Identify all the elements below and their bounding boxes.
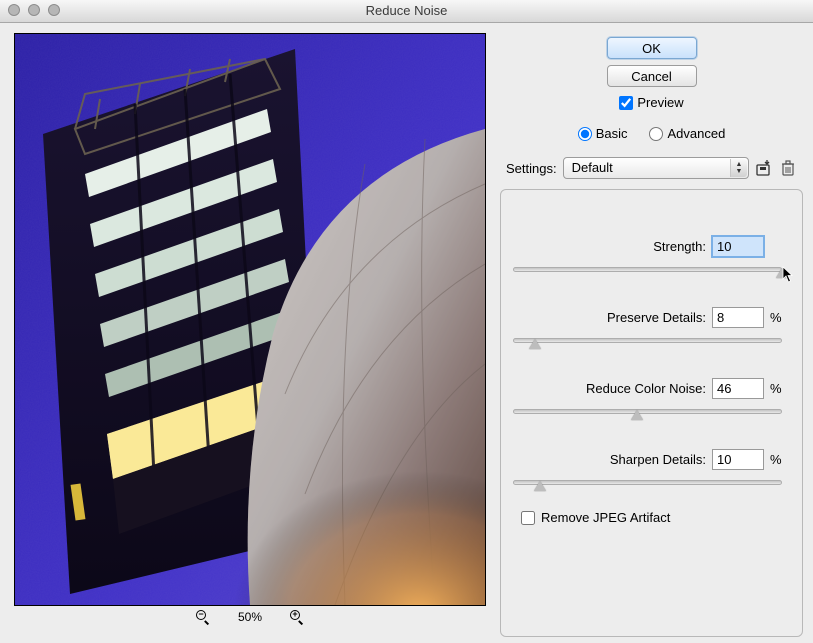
delete-preset-icon[interactable] xyxy=(779,159,797,177)
reduce-color-noise-slider[interactable] xyxy=(513,405,782,421)
preserve-details-input[interactable] xyxy=(712,307,764,328)
preserve-details-label: Preserve Details: xyxy=(548,310,706,325)
strength-param: Strength: xyxy=(513,236,782,279)
image-preview[interactable] xyxy=(14,33,486,606)
settings-value: Default xyxy=(572,160,613,175)
zoom-in-icon[interactable]: + xyxy=(290,610,304,624)
preserve-details-slider[interactable] xyxy=(513,334,782,350)
title-bar: Reduce Noise xyxy=(0,0,813,23)
sharpen-details-unit: % xyxy=(770,452,782,467)
preview-checkbox-label: Preview xyxy=(637,95,683,110)
advanced-radio-label: Advanced xyxy=(667,126,725,141)
cancel-button[interactable]: Cancel xyxy=(607,65,697,87)
preview-image xyxy=(15,34,485,605)
zoom-window-dot[interactable] xyxy=(48,4,60,16)
window-title: Reduce Noise xyxy=(366,3,448,18)
advanced-radio[interactable] xyxy=(649,127,663,141)
preserve-details-param: Preserve Details: % xyxy=(513,307,782,350)
preserve-details-unit: % xyxy=(770,310,782,325)
window-traffic-lights xyxy=(8,4,60,16)
remove-jpeg-checkbox[interactable] xyxy=(521,511,535,525)
remove-jpeg-label: Remove JPEG Artifact xyxy=(541,510,670,525)
strength-label: Strength: xyxy=(548,239,706,254)
settings-label: Settings: xyxy=(506,161,557,176)
sharpen-details-param: Sharpen Details: % xyxy=(513,449,782,492)
strength-input[interactable] xyxy=(712,236,764,257)
strength-slider[interactable] xyxy=(513,263,782,279)
preview-checkbox[interactable] xyxy=(619,96,633,110)
sharpen-details-slider[interactable] xyxy=(513,476,782,492)
reduce-color-noise-label: Reduce Color Noise: xyxy=(548,381,706,396)
reduce-color-noise-param: Reduce Color Noise: % xyxy=(513,378,782,421)
reduce-color-noise-input[interactable] xyxy=(712,378,764,399)
zoom-level: 50% xyxy=(238,610,262,624)
close-window-dot[interactable] xyxy=(8,4,20,16)
minimize-window-dot[interactable] xyxy=(28,4,40,16)
sharpen-details-label: Sharpen Details: xyxy=(548,452,706,467)
basic-radio[interactable] xyxy=(578,127,592,141)
reduce-color-noise-unit: % xyxy=(770,381,782,396)
basic-radio-label: Basic xyxy=(596,126,628,141)
zoom-out-icon[interactable]: − xyxy=(196,610,210,624)
save-preset-icon[interactable] xyxy=(755,159,773,177)
parameters-group: Strength: Preserve Details: xyxy=(500,189,803,637)
sharpen-details-input[interactable] xyxy=(712,449,764,470)
ok-button[interactable]: OK xyxy=(607,37,697,59)
settings-dropdown[interactable]: Default ▲▼ xyxy=(563,157,749,179)
dropdown-arrows-icon: ▲▼ xyxy=(730,159,747,177)
